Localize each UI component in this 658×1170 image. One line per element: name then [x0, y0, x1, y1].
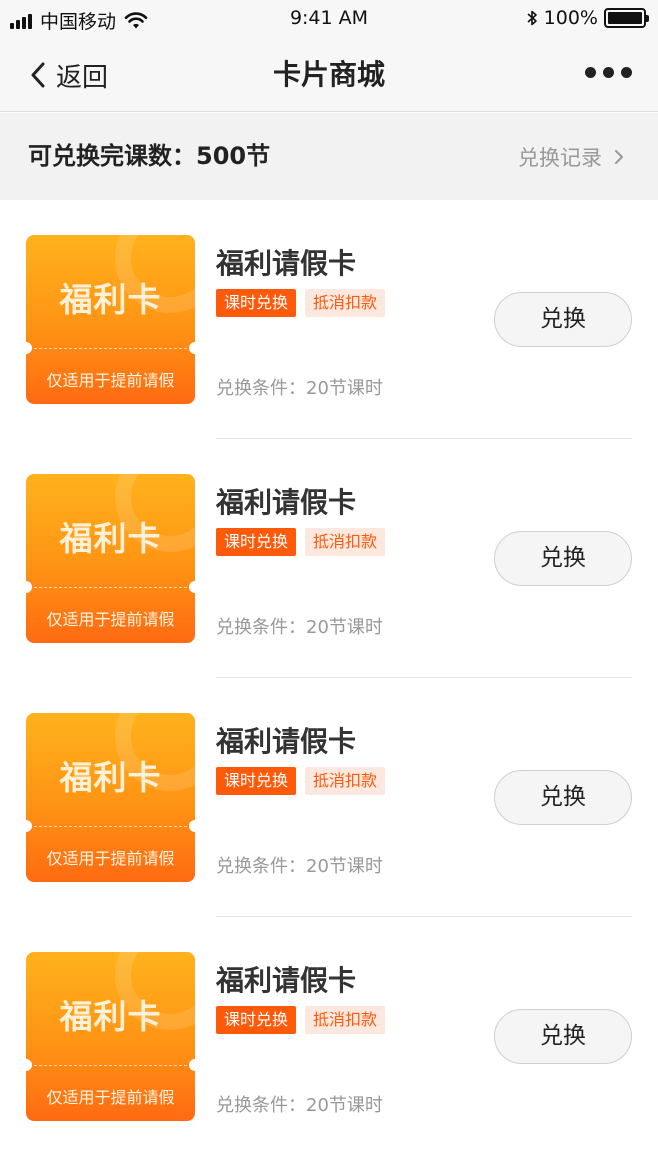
back-button[interactable]: 返回 [30, 38, 108, 112]
card-subtitle: 仅适用于提前请假 [46, 610, 175, 629]
redeem-button[interactable]: 兑换 [494, 1009, 632, 1064]
card-list: 福利卡 仅适用于提前请假 福利请假卡 课时兑换 抵消扣款 兑换条件：20节课时 … [0, 200, 658, 1156]
back-label: 返回 [56, 62, 109, 93]
card-title: 福利卡 [59, 758, 162, 797]
item-title: 福利请假卡 [216, 247, 357, 280]
card-image: 福利卡 仅适用于提前请假 [26, 235, 195, 404]
redeemable-count: 可兑换完课数：500节 [28, 142, 271, 170]
status-bar-right: 100% [526, 7, 649, 29]
chevron-right-icon [615, 149, 623, 164]
tag-group: 课时兑换 抵消扣款 [216, 767, 386, 795]
card-subtitle: 仅适用于提前请假 [46, 371, 175, 390]
card-image: 福利卡 仅适用于提前请假 [26, 474, 195, 643]
list-item: 福利卡 仅适用于提前请假 福利请假卡 课时兑换 抵消扣款 兑换条件：20节课时 … [0, 439, 658, 678]
item-condition: 兑换条件：20节课时 [216, 378, 383, 399]
battery-percent: 100% [543, 7, 598, 29]
item-title: 福利请假卡 [216, 964, 357, 997]
tag-course-exchange: 课时兑换 [216, 289, 297, 317]
more-dots-icon[interactable] [585, 67, 632, 78]
card-title: 福利卡 [59, 997, 162, 1036]
tag-group: 课时兑换 抵消扣款 [216, 1006, 386, 1034]
card-title: 福利卡 [59, 280, 162, 319]
tag-course-exchange: 课时兑换 [216, 767, 297, 795]
card-image: 福利卡 仅适用于提前请假 [26, 952, 195, 1121]
summary-bar: 可兑换完课数：500节 兑换记录 [0, 113, 658, 200]
item-condition: 兑换条件：20节课时 [216, 1095, 383, 1116]
redeem-record-link[interactable]: 兑换记录 [518, 113, 624, 200]
chevron-left-icon [31, 62, 45, 88]
tag-course-exchange: 课时兑换 [216, 1006, 297, 1034]
tag-offset-deduction: 抵消扣款 [305, 528, 386, 556]
battery-icon [604, 8, 649, 28]
tag-group: 课时兑换 抵消扣款 [216, 528, 386, 556]
item-condition: 兑换条件：20节课时 [216, 617, 383, 638]
redeem-button[interactable]: 兑换 [494, 531, 632, 586]
list-item: 福利卡 仅适用于提前请假 福利请假卡 课时兑换 抵消扣款 兑换条件：20节课时 … [0, 678, 658, 917]
tag-course-exchange: 课时兑换 [216, 528, 297, 556]
item-condition: 兑换条件：20节课时 [216, 856, 383, 877]
item-title: 福利请假卡 [216, 725, 357, 758]
card-image: 福利卡 仅适用于提前请假 [26, 713, 195, 882]
redeem-record-label: 兑换记录 [518, 145, 602, 170]
tag-group: 课时兑换 抵消扣款 [216, 289, 386, 317]
bluetooth-icon [527, 10, 537, 26]
redeem-button[interactable]: 兑换 [494, 292, 632, 347]
tag-offset-deduction: 抵消扣款 [305, 289, 386, 317]
nav-bar: 返回 卡片商城 [0, 38, 658, 112]
list-item: 福利卡 仅适用于提前请假 福利请假卡 课时兑换 抵消扣款 兑换条件：20节课时 … [0, 917, 658, 1156]
card-title: 福利卡 [59, 519, 162, 558]
card-subtitle: 仅适用于提前请假 [46, 1088, 175, 1107]
status-bar: 中国移动 9:41 AM 100% [0, 0, 658, 38]
card-subtitle: 仅适用于提前请假 [46, 849, 175, 868]
redeem-button[interactable]: 兑换 [494, 770, 632, 825]
tag-offset-deduction: 抵消扣款 [305, 1006, 386, 1034]
item-title: 福利请假卡 [216, 486, 357, 519]
tag-offset-deduction: 抵消扣款 [305, 767, 386, 795]
list-item: 福利卡 仅适用于提前请假 福利请假卡 课时兑换 抵消扣款 兑换条件：20节课时 … [0, 200, 658, 439]
